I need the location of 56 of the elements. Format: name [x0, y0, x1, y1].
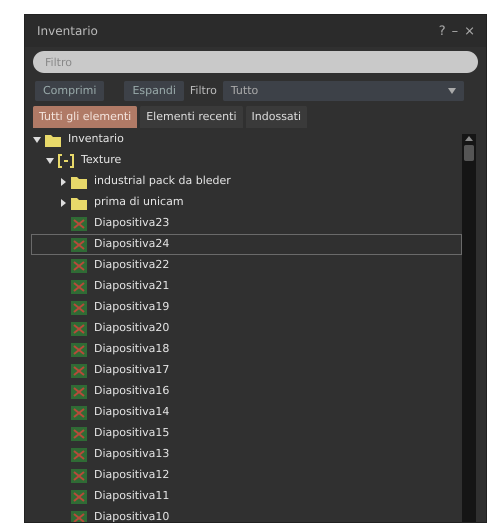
scroll-thumb[interactable]	[464, 145, 474, 161]
texture-icon	[71, 510, 87, 522]
collapsed-arrow-icon[interactable]	[58, 198, 68, 208]
tree-item[interactable]: prima di unicam	[31, 192, 462, 213]
bracket-folder-icon	[58, 154, 74, 168]
tree-item[interactable]: Diapositiva14	[31, 402, 462, 423]
texture-icon	[71, 300, 87, 314]
texture-icon	[71, 426, 87, 440]
collapse-button[interactable]: Comprimi	[35, 80, 104, 102]
tree-item[interactable]: Diapositiva21	[31, 276, 462, 297]
dropdown-caret-icon	[448, 88, 456, 94]
tree-item[interactable]: Diapositiva17	[31, 360, 462, 381]
tree-item[interactable]: Diapositiva20	[31, 318, 462, 339]
scroll-up-arrow-icon[interactable]	[465, 136, 473, 141]
tree-item[interactable]: Diapositiva24	[31, 234, 462, 255]
texture-icon	[71, 490, 87, 504]
texture-icon	[71, 468, 87, 482]
filter-label: Filtro	[190, 82, 217, 99]
tree-item[interactable]: Diapositiva18	[31, 339, 462, 360]
tree-item[interactable]: Diapositiva12	[31, 465, 462, 486]
texture-icon	[71, 280, 87, 294]
tab[interactable]: Indossati	[246, 106, 308, 128]
tree-item[interactable]: Diapositiva13	[31, 444, 462, 465]
tab[interactable]: Elementi recenti	[140, 106, 243, 128]
texture-icon	[71, 322, 87, 336]
expanded-arrow-icon[interactable]	[32, 134, 42, 144]
folder-icon	[71, 196, 87, 210]
tree-item[interactable]: Inventario	[31, 129, 462, 150]
tree-item[interactable]: Diapositiva22	[31, 255, 462, 276]
tree-item[interactable]: Diapositiva16	[31, 381, 462, 402]
minimize-button[interactable]: –	[448, 24, 462, 38]
texture-icon	[71, 216, 87, 230]
folder-icon	[71, 174, 87, 188]
texture-icon	[71, 258, 87, 272]
texture-icon	[71, 364, 87, 378]
expanded-arrow-icon[interactable]	[45, 156, 55, 166]
texture-icon	[71, 406, 87, 420]
tree-item[interactable]: Diapositiva11	[31, 486, 462, 507]
texture-icon	[71, 238, 87, 252]
help-button[interactable]: ?	[436, 24, 449, 38]
tree-item[interactable]: industrial pack da bleder	[31, 171, 462, 192]
texture-icon	[71, 384, 87, 398]
window-title: Inventario	[37, 23, 99, 40]
filter-dropdown[interactable]: Tutto	[222, 80, 464, 102]
scrollbar[interactable]	[462, 134, 476, 522]
tree-item[interactable]: Texture	[31, 150, 462, 171]
tree-item[interactable]: Diapositiva15	[31, 423, 462, 444]
collapsed-arrow-icon[interactable]	[58, 176, 68, 186]
tree-item[interactable]: Diapositiva23	[31, 213, 462, 234]
tree-item[interactable]: Diapositiva19	[31, 297, 462, 318]
texture-icon	[71, 448, 87, 462]
filter-field[interactable]: Filtro	[33, 51, 478, 73]
texture-icon	[71, 342, 87, 356]
expand-button[interactable]: Espandi	[124, 80, 184, 102]
close-button[interactable]: ×	[461, 24, 478, 38]
folder-icon	[45, 132, 61, 146]
